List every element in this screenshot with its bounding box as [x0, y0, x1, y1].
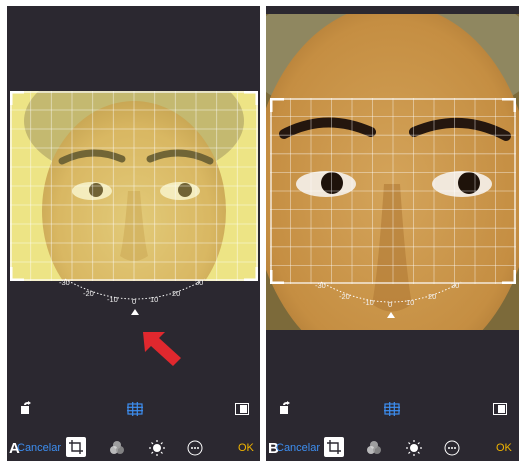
- crop-rotate-icon[interactable]: [324, 437, 344, 457]
- filters-icon[interactable]: [366, 440, 382, 459]
- filters-icon[interactable]: [109, 440, 125, 459]
- dial-tick: 10: [150, 295, 158, 304]
- rotation-dial[interactable]: -30 -20 -10 0 10 20 30: [55, 271, 215, 321]
- panel-a: -30 -20 -10 0 10 20 30 A Cancelar OK: [7, 6, 260, 461]
- rotate-icon[interactable]: [19, 401, 33, 418]
- photo-crop-area[interactable]: [10, 91, 258, 281]
- cancel-button[interactable]: Cancelar: [17, 442, 61, 454]
- crop-grid: [270, 98, 516, 284]
- panel-b: -30 -20 -10 0 10 20 30 B Cancelar OK: [266, 6, 519, 461]
- ok-button[interactable]: OK: [238, 442, 254, 454]
- adjust-light-icon[interactable]: [406, 440, 422, 459]
- dial-pointer: [387, 312, 395, 318]
- dial-tick: 20: [172, 289, 180, 298]
- dial-tick: -10: [363, 298, 374, 307]
- straighten-grid-icon[interactable]: [127, 402, 143, 419]
- dial-tick: 0: [388, 300, 392, 309]
- dial-tick: -30: [59, 278, 70, 287]
- dial-tick: 30: [451, 281, 459, 290]
- straighten-grid-icon[interactable]: [384, 402, 400, 419]
- crop-rotate-icon[interactable]: [66, 437, 86, 457]
- dial-tick: 20: [428, 292, 436, 301]
- aspect-ratio-icon[interactable]: [493, 403, 507, 418]
- aspect-ratio-icon[interactable]: [235, 403, 249, 418]
- dial-tick: -20: [339, 292, 350, 301]
- dial-tick: 30: [195, 278, 203, 287]
- rotate-icon[interactable]: [278, 401, 292, 418]
- dial-tick: 10: [406, 298, 414, 307]
- dial-pointer: [131, 309, 139, 315]
- red-arrow-icon: [143, 332, 181, 366]
- dial-tick: -20: [83, 289, 94, 298]
- adjust-light-icon[interactable]: [149, 440, 165, 459]
- crop-grid: [10, 91, 258, 281]
- more-icon[interactable]: [187, 440, 203, 459]
- dial-tick: -10: [107, 295, 118, 304]
- cancel-button[interactable]: Cancelar: [276, 442, 320, 454]
- dial-tick: -30: [315, 281, 326, 290]
- rotation-dial[interactable]: -30 -20 -10 0 10 20 30: [311, 274, 471, 324]
- ok-button[interactable]: OK: [496, 442, 512, 454]
- dial-tick: 0: [132, 297, 136, 306]
- more-icon[interactable]: [444, 440, 460, 459]
